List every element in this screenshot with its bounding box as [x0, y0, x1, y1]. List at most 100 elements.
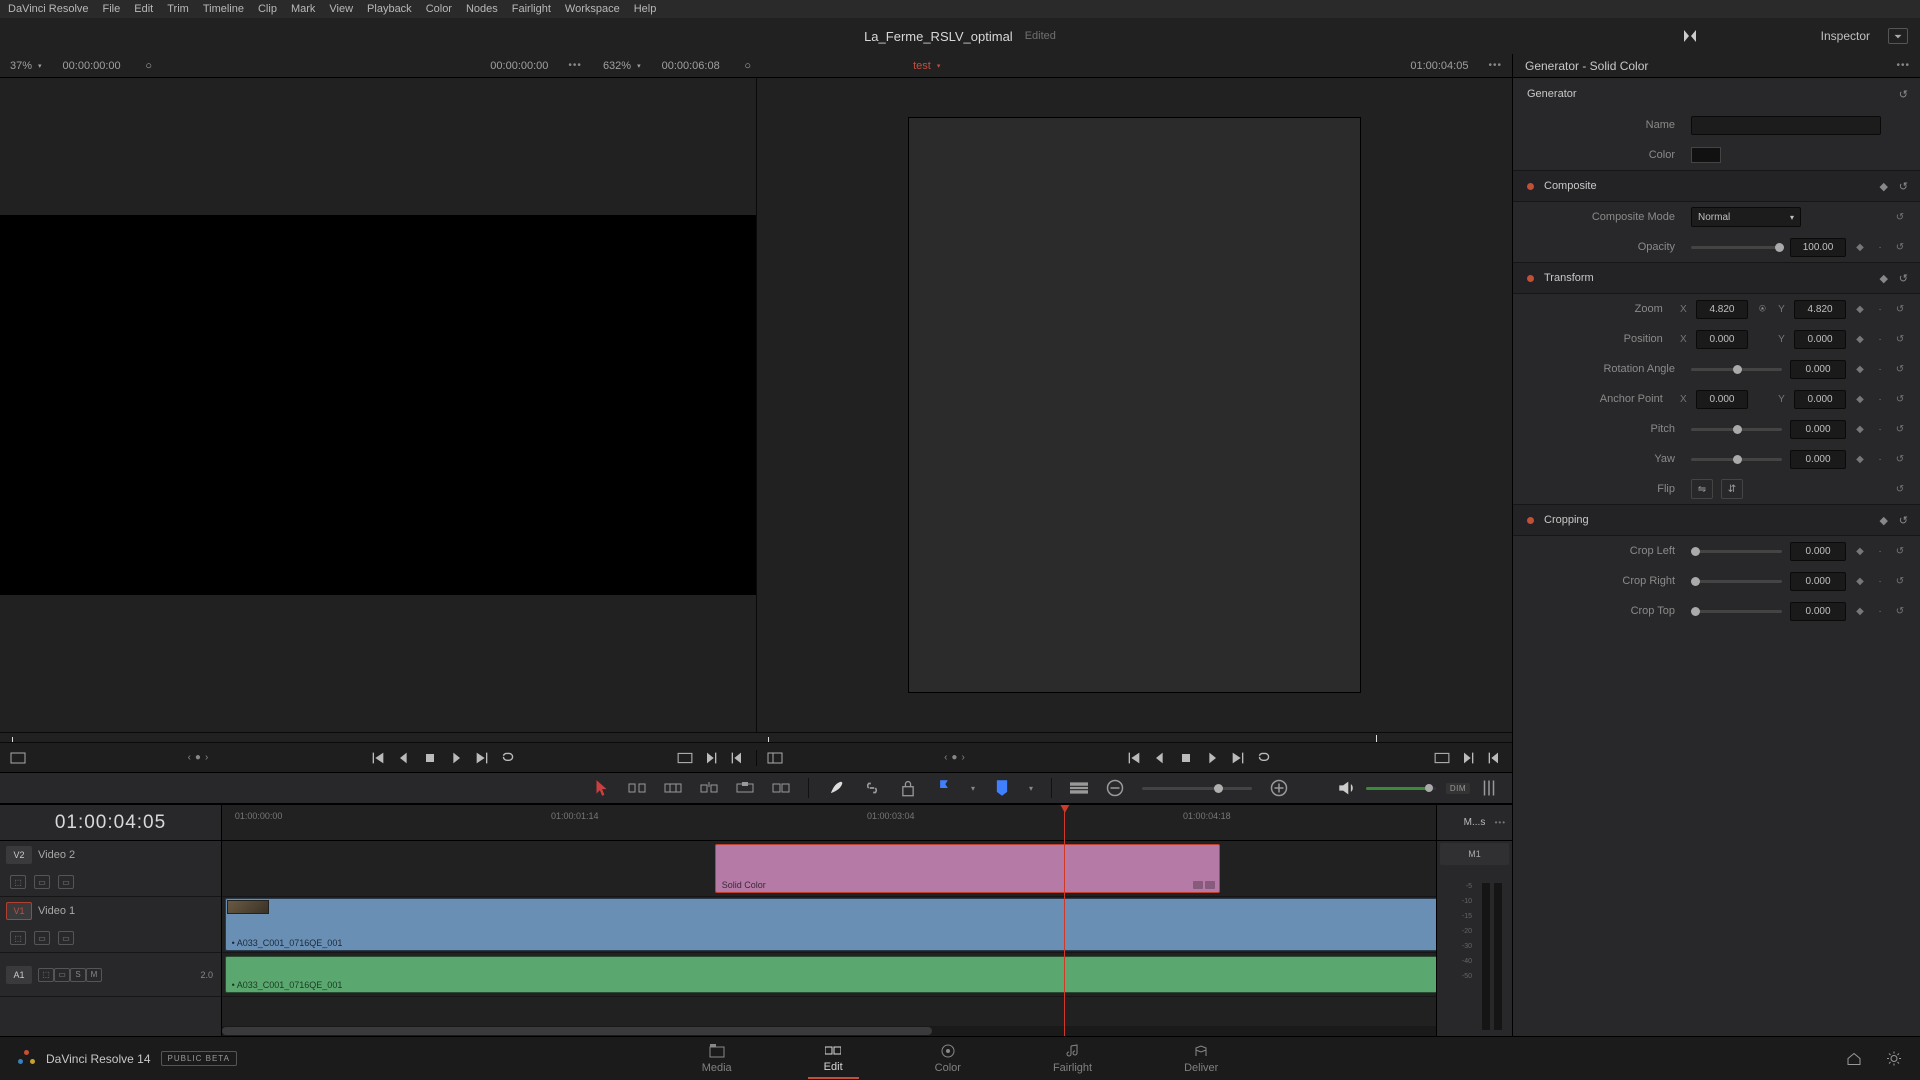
keyframe-icon[interactable]: ◆ — [1854, 242, 1866, 253]
keyframe-icon[interactable]: ◆ — [1854, 394, 1866, 405]
timeline-name[interactable]: test — [913, 60, 931, 72]
menu-fairlight[interactable]: Fairlight — [512, 3, 551, 15]
crop-top-slider[interactable] — [1691, 610, 1782, 613]
page-media[interactable]: Media — [686, 1040, 748, 1078]
reset-icon[interactable]: ↺ — [1894, 304, 1906, 315]
section-enable-dot[interactable] — [1527, 517, 1534, 524]
reset-icon[interactable]: ↺ — [1894, 606, 1906, 617]
section-enable-dot[interactable] — [1527, 183, 1534, 190]
keyframe-icon[interactable]: ◆ — [1854, 454, 1866, 465]
marker-icon[interactable] — [993, 779, 1011, 797]
reset-icon[interactable]: ↺ — [1894, 394, 1906, 405]
menu-trim[interactable]: Trim — [167, 3, 189, 15]
track-head-v2[interactable]: V2Video 2 ⬚▭▭ — [0, 841, 221, 897]
program-match-frame-icon[interactable] — [1434, 750, 1450, 766]
page-deliver[interactable]: Deliver — [1168, 1040, 1234, 1078]
source-step-back-icon[interactable] — [396, 750, 412, 766]
keyframe-icon[interactable]: ◆ — [1854, 546, 1866, 557]
timeline-ruler[interactable]: 01:00:00:0001:00:01:1401:00:03:0401:00:0… — [222, 805, 1512, 841]
section-enable-dot[interactable] — [1527, 275, 1534, 282]
yaw-field[interactable]: 0.000 — [1790, 450, 1846, 469]
source-loop-icon[interactable] — [500, 750, 516, 766]
menu-color[interactable]: Color — [426, 3, 452, 15]
source-play-icon[interactable] — [448, 750, 464, 766]
menu-app[interactable]: DaVinci Resolve — [8, 3, 89, 15]
source-prev-edit-icon[interactable] — [729, 750, 745, 766]
crop-right-slider[interactable] — [1691, 580, 1782, 583]
program-step-back-icon[interactable] — [1152, 750, 1168, 766]
timeline-view-options-icon[interactable] — [1070, 779, 1088, 797]
reset-icon[interactable]: ↺ — [1894, 334, 1906, 345]
menu-mark[interactable]: Mark — [291, 3, 315, 15]
volume-slider[interactable] — [1366, 787, 1436, 790]
flag-dropdown-icon[interactable]: ▾ — [971, 784, 975, 793]
program-next-edit-icon[interactable] — [1460, 750, 1476, 766]
playhead[interactable] — [1064, 805, 1065, 1036]
snap-lock-icon[interactable] — [899, 779, 917, 797]
clip-solid-color[interactable]: Solid Color — [715, 844, 1221, 893]
track-enable-icon[interactable]: ▭ — [58, 931, 74, 945]
track-badge-v2[interactable]: V2 — [6, 846, 32, 864]
source-next-edit-icon[interactable] — [703, 750, 719, 766]
crop-right-field[interactable]: 0.000 — [1790, 572, 1846, 591]
reset-icon[interactable]: ↺ — [1899, 272, 1908, 285]
track-head-a1[interactable]: A1 ⬚ ▭ S M 2.0 — [0, 953, 221, 997]
track-lane-v2[interactable]: Solid Color — [222, 841, 1512, 897]
pitch-slider[interactable] — [1691, 428, 1782, 431]
mute-icon[interactable] — [1338, 779, 1356, 797]
track-badge-v1[interactable]: V1 — [6, 902, 32, 920]
source-zoom[interactable]: 37%▾ — [0, 60, 52, 72]
timeline-zoom-slider[interactable] — [1142, 787, 1252, 790]
trim-tool-icon[interactable] — [628, 779, 646, 797]
link-clips-icon[interactable] — [863, 779, 881, 797]
reset-icon[interactable]: ↺ — [1899, 180, 1908, 193]
insert-clip-icon[interactable] — [700, 779, 718, 797]
source-nav-dots[interactable]: ‹●› — [188, 752, 209, 763]
flip-horizontal-button[interactable]: ⇋ — [1691, 479, 1713, 499]
zoom-x-field[interactable]: 4.820 — [1696, 300, 1748, 319]
rotation-slider[interactable] — [1691, 368, 1782, 371]
position-y-field[interactable]: 0.000 — [1794, 330, 1846, 349]
track-enable-icon[interactable]: ▭ — [58, 875, 74, 889]
selection-tool-icon[interactable] — [592, 779, 610, 797]
generator-name-input[interactable] — [1691, 116, 1881, 135]
page-edit[interactable]: Edit — [808, 1039, 859, 1079]
reset-icon[interactable]: ↺ — [1894, 576, 1906, 587]
reset-icon[interactable]: ↺ — [1894, 546, 1906, 557]
program-stop-icon[interactable] — [1178, 750, 1194, 766]
home-icon[interactable] — [1846, 1049, 1862, 1068]
anchor-y-field[interactable]: 0.000 — [1794, 390, 1846, 409]
program-nav-dots[interactable]: ‹●› — [944, 752, 965, 763]
solo-button[interactable]: S — [70, 968, 86, 982]
reset-icon[interactable]: ↺ — [1894, 484, 1906, 495]
keyframe-icon[interactable]: ◆ — [1854, 576, 1866, 587]
timeline-scrollbar[interactable] — [222, 1026, 1512, 1036]
timeline-canvas[interactable]: 01:00:00:0001:00:01:1401:00:03:0401:00:0… — [222, 805, 1512, 1036]
keyframe-icon[interactable]: ◆ — [1854, 606, 1866, 617]
anchor-x-field[interactable]: 0.000 — [1696, 390, 1748, 409]
source-marker-icon[interactable]: ○ — [141, 58, 157, 74]
reset-icon[interactable]: ↺ — [1894, 364, 1906, 375]
mixer-icon[interactable] — [1480, 779, 1498, 797]
lock-icon[interactable]: ⬚ — [10, 931, 26, 945]
menu-workspace[interactable]: Workspace — [565, 3, 620, 15]
program-prev-edit-icon[interactable] — [1486, 750, 1502, 766]
lock-icon[interactable]: ⬚ — [38, 968, 54, 982]
inspector-button[interactable]: Inspector — [1708, 29, 1878, 43]
blade-tool-icon[interactable] — [827, 779, 845, 797]
reset-icon[interactable]: ↺ — [1899, 514, 1908, 527]
color-swatch[interactable] — [1691, 147, 1721, 163]
source-scrub-bar[interactable] — [0, 732, 756, 742]
program-first-frame-icon[interactable] — [1126, 750, 1142, 766]
menu-edit[interactable]: Edit — [134, 3, 153, 15]
program-zoom[interactable]: 632%▾ — [593, 60, 651, 72]
source-stop-icon[interactable] — [422, 750, 438, 766]
auto-select-icon[interactable]: ▭ — [54, 968, 70, 982]
reset-icon[interactable]: ↺ — [1894, 454, 1906, 465]
program-options-icon[interactable]: ••• — [1478, 60, 1512, 71]
keyframe-icon[interactable]: ◆ — [1854, 364, 1866, 375]
crop-left-field[interactable]: 0.000 — [1790, 542, 1846, 561]
settings-icon[interactable] — [1886, 1049, 1902, 1068]
menu-playback[interactable]: Playback — [367, 3, 412, 15]
rotation-field[interactable]: 0.000 — [1790, 360, 1846, 379]
